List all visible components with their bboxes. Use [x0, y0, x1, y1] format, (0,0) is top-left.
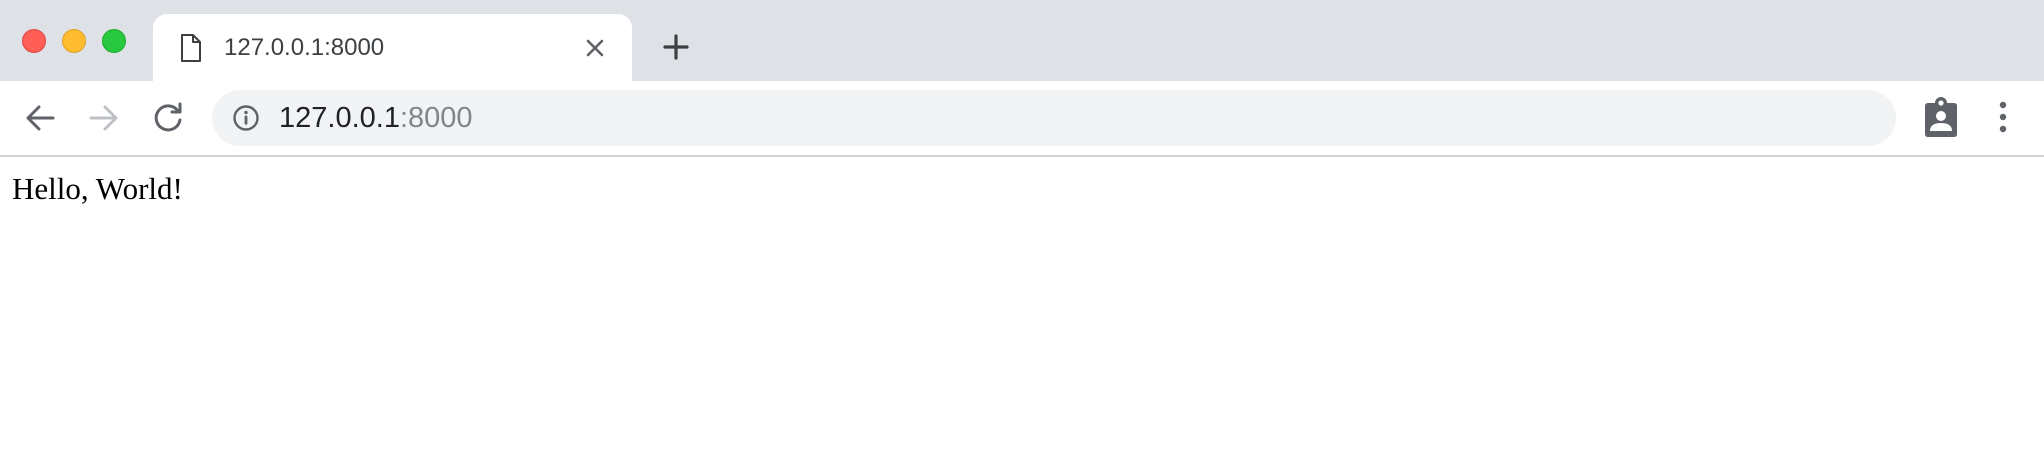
page-body-text: Hello, World!: [12, 171, 183, 206]
window-maximize-button[interactable]: [102, 29, 126, 53]
browser-window: 127.0.0.1:8000 127.0.0.1:8000 Hello, Wor…: [0, 0, 2044, 468]
tab-title: 127.0.0.1:8000: [224, 34, 385, 61]
url-text[interactable]: 127.0.0.1:8000: [279, 90, 473, 146]
document-icon: [181, 34, 201, 62]
page-content: Hello, World!: [0, 157, 2044, 468]
tab-active[interactable]: 127.0.0.1:8000: [153, 14, 632, 81]
window-minimize-button[interactable]: [62, 29, 86, 53]
window-close-button[interactable]: [22, 29, 46, 53]
url-host: 127.0.0.1: [279, 102, 400, 134]
forward-button[interactable]: [84, 98, 124, 138]
tab-strip: 127.0.0.1:8000: [0, 0, 2044, 81]
reload-button[interactable]: [148, 98, 188, 138]
address-bar[interactable]: 127.0.0.1:8000: [212, 90, 1896, 146]
back-button[interactable]: [20, 98, 60, 138]
clipboard-account-icon[interactable]: [1921, 95, 1961, 139]
url-port: :8000: [399, 102, 473, 134]
info-icon[interactable]: [232, 104, 260, 132]
vertical-dots-icon[interactable]: [1985, 95, 2021, 139]
close-icon[interactable]: [583, 36, 607, 60]
new-tab-button[interactable]: [659, 30, 693, 64]
toolbar: 127.0.0.1:8000: [0, 81, 2044, 157]
